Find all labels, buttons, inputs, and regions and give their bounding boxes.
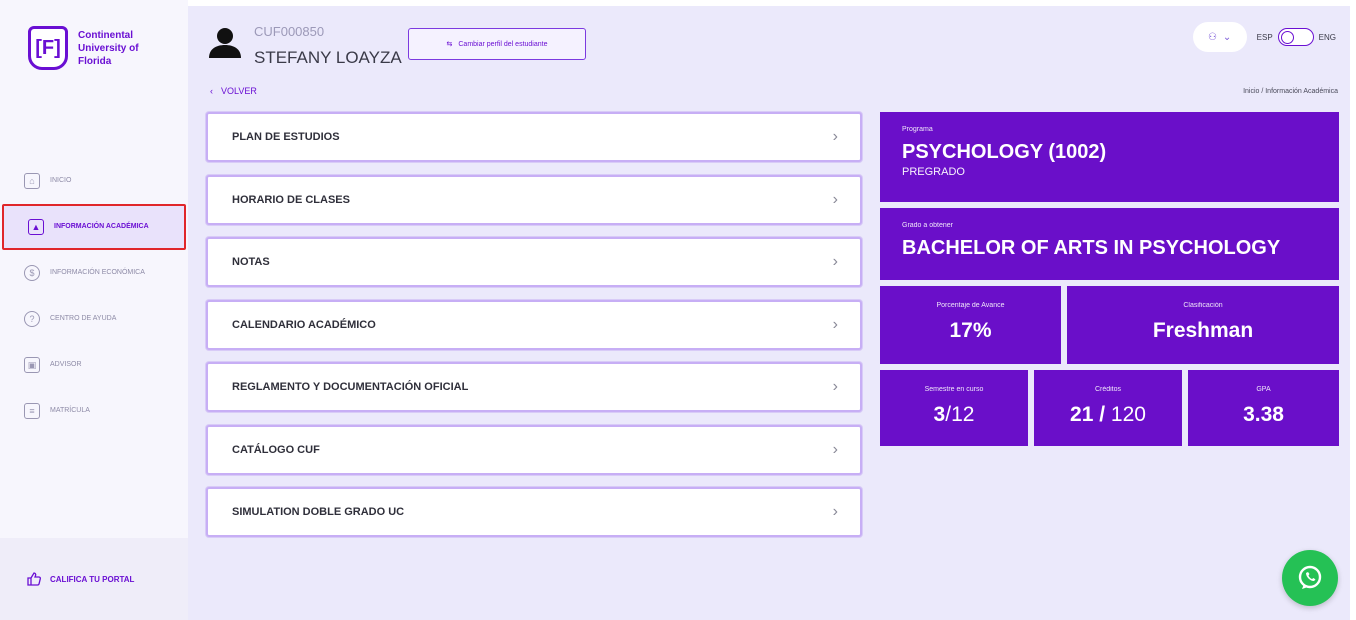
language-toggle[interactable] xyxy=(1277,28,1314,46)
chevron-right-icon: › xyxy=(832,128,838,145)
program-level: PREGRADO xyxy=(902,166,965,178)
credits-card: Créditos 21 / 120 xyxy=(1034,370,1182,446)
program-value: PSYCHOLOGY (1002) xyxy=(902,141,1107,163)
menu-item-plan-de-estudios[interactable]: PLAN DE ESTUDIOS › xyxy=(206,112,862,162)
back-label: VOLVER xyxy=(221,86,257,96)
progress-card: Porcentaje de Avance 17% xyxy=(880,286,1061,364)
classification-value: Freshman xyxy=(1152,319,1254,342)
chevron-right-icon: › xyxy=(832,503,838,520)
semester-label: Semestre en curso xyxy=(924,386,984,393)
avatar xyxy=(209,28,241,58)
sidebar-item-inicio[interactable]: ⌂ Inicio xyxy=(0,158,188,204)
menu-item-label: CATÁLOGO CUF xyxy=(232,443,320,456)
menu-item-label: HORARIO DE CLASES xyxy=(232,193,350,206)
credits-current: 21 / xyxy=(1070,403,1106,426)
menu-item-label: CALENDARIO ACADÉMICO xyxy=(232,318,376,331)
back-link[interactable]: ‹ VOLVER xyxy=(210,86,257,96)
progress-label: Porcentaje de Avance xyxy=(936,302,1005,309)
student-code: CUF000850 xyxy=(254,24,325,39)
user-icon: ⚇ xyxy=(1207,31,1217,43)
change-profile-label: Cambiar perfil del estudiante xyxy=(458,40,548,48)
program-label: Programa xyxy=(902,126,933,133)
chevron-right-icon: › xyxy=(832,378,838,395)
advisor-icon: ▣ xyxy=(24,357,40,373)
whatsapp-icon xyxy=(1298,565,1322,589)
top-right-controls: ⚇ ⌄ ESP ENG xyxy=(1192,22,1336,52)
chevron-down-icon: ⌄ xyxy=(1222,31,1232,43)
language-toggle-group: ESP ENG xyxy=(1257,28,1336,46)
sidebar-item-label: Matrícula xyxy=(50,407,90,414)
sidebar-item-informacion-academica[interactable]: ▲ Información Académica xyxy=(2,204,186,250)
credits-total: 120 xyxy=(1105,403,1146,426)
classification-card: Clasificación Freshman xyxy=(1067,286,1339,364)
menu-item-label: REGLAMENTO Y DOCUMENTACIÓN OFICIAL xyxy=(232,381,469,393)
menu-item-horario-de-clases[interactable]: HORARIO DE CLASES › xyxy=(206,174,862,225)
sidebar-nav: ⌂ Inicio ▲ Información Académica $ Infor… xyxy=(0,158,188,434)
student-name: STEFANY LOAYZA xyxy=(254,48,402,67)
whatsapp-button[interactable] xyxy=(1282,550,1338,606)
rate-portal-button[interactable]: CALIFICA TU PORTAL xyxy=(0,538,188,620)
menu-item-reglamento[interactable]: REGLAMENTO Y DOCUMENTACIÓN OFICIAL › xyxy=(206,362,862,412)
progress-value: 17% xyxy=(949,319,992,342)
gpa-label: GPA xyxy=(1256,386,1271,393)
menu-item-label: SIMULATION DOBLE GRADO UC xyxy=(232,506,405,518)
lang-esp-label: ESP xyxy=(1256,32,1273,42)
gpa-card: GPA 3.38 xyxy=(1188,370,1339,446)
menu-item-catalogo-cuf[interactable]: CATÁLOGO CUF › xyxy=(206,424,862,475)
sidebar-item-label: Centro de Ayuda xyxy=(50,315,117,322)
sidebar-item-matricula[interactable]: ≡ Matrícula xyxy=(0,388,188,434)
home-icon: ⌂ xyxy=(24,173,40,189)
sidebar-item-label: Información Económica xyxy=(50,269,145,276)
rate-portal-label: CALIFICA TU PORTAL xyxy=(50,574,135,584)
chevron-left-icon: ‹ xyxy=(210,86,213,96)
logo[interactable]: [F] Continental University of Florida xyxy=(28,26,158,70)
sidebar-item-centro-de-ayuda[interactable]: ? Centro de Ayuda xyxy=(0,296,188,342)
degree-label: Grado a obtener xyxy=(902,222,953,229)
logo-mark: [F] xyxy=(28,26,68,70)
menu-item-label: PLAN DE ESTUDIOS xyxy=(232,131,340,143)
chevron-right-icon: › xyxy=(832,315,838,333)
chevron-right-icon: › xyxy=(832,440,838,458)
classification-label: Clasificación xyxy=(1183,302,1223,309)
gpa-value: 3.38 xyxy=(1243,403,1284,426)
chevron-right-icon: › xyxy=(832,190,838,208)
breadcrumb: Inicio / Información Académica xyxy=(1243,88,1338,95)
academic-menu: PLAN DE ESTUDIOS › HORARIO DE CLASES › N… xyxy=(206,112,862,550)
chevron-right-icon: › xyxy=(832,253,838,270)
sidebar-item-advisor[interactable]: ▣ Advisor xyxy=(0,342,188,388)
user-menu-button[interactable]: ⚇ ⌄ xyxy=(1192,22,1247,52)
change-profile-button[interactable]: ⇆ Cambiar perfil del estudiante xyxy=(408,28,586,60)
sidebar-item-informacion-economica[interactable]: $ Información Económica xyxy=(0,250,188,296)
sidebar: [F] Continental University of Florida ⌂ … xyxy=(0,0,188,620)
thumbs-up-icon xyxy=(27,572,41,586)
sidebar-item-label: Información Académica xyxy=(54,223,149,230)
degree-card: Grado a obtener BACHELOR OF ARTS IN PSYC… xyxy=(880,208,1339,280)
semester-total: /12 xyxy=(945,403,975,426)
semester-value: 3/12 xyxy=(934,403,975,427)
menu-item-notas[interactable]: NOTAS › xyxy=(206,237,862,287)
menu-item-calendario-academico[interactable]: CALENDARIO ACADÉMICO › xyxy=(206,299,862,350)
help-icon: ? xyxy=(24,311,40,327)
menu-item-label: NOTAS xyxy=(232,256,270,268)
enrollment-icon: ≡ xyxy=(24,403,40,419)
dollar-icon: $ xyxy=(24,265,40,281)
semester-current: 3 xyxy=(933,403,946,426)
logo-text: Continental University of Florida xyxy=(78,29,139,67)
menu-item-simulation-doble-grado[interactable]: SIMULATION DOBLE GRADO UC › xyxy=(206,487,862,537)
sidebar-item-label: Advisor xyxy=(50,361,82,368)
sidebar-item-label: Inicio xyxy=(50,177,72,184)
semester-card: Semestre en curso 3/12 xyxy=(880,370,1028,446)
main-content: CUF000850 STEFANY LOAYZA ⇆ Cambiar perfi… xyxy=(188,6,1350,620)
credits-value: 21 / 120 xyxy=(1070,403,1146,427)
credits-label: Créditos xyxy=(1094,386,1122,393)
program-card: Programa PSYCHOLOGY (1002) PREGRADO xyxy=(880,112,1339,202)
graduation-cap-icon: ▲ xyxy=(28,219,44,235)
degree-value: BACHELOR OF ARTS IN PSYCHOLOGY xyxy=(902,237,1281,259)
swap-icon: ⇆ xyxy=(446,41,453,48)
lang-eng-label: ENG xyxy=(1318,32,1336,42)
